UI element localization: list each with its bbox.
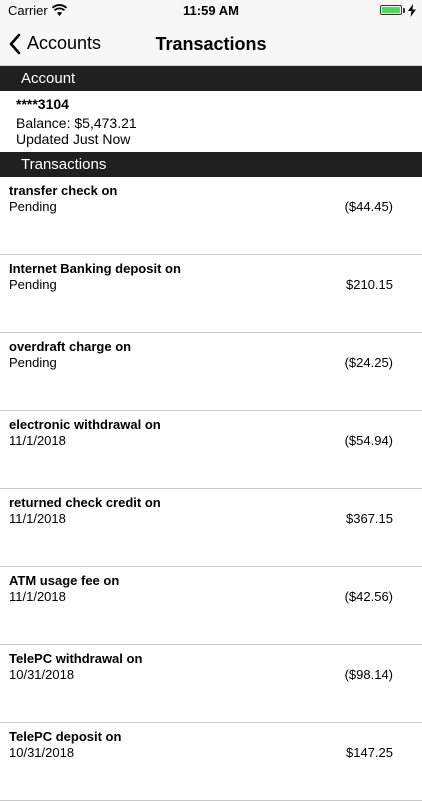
account-section-header: Account bbox=[0, 66, 422, 91]
transactions-list: transfer check on Pending ($44.45) Inter… bbox=[0, 177, 422, 801]
transaction-date: 11/1/2018 bbox=[9, 589, 66, 604]
transaction-date: Pending bbox=[9, 277, 57, 292]
charging-bolt-icon bbox=[408, 4, 416, 17]
transaction-description: transfer check on bbox=[9, 183, 118, 198]
status-bar: Carrier 11:59 AM bbox=[0, 0, 422, 22]
transaction-amount: $367.15 bbox=[346, 511, 393, 526]
clock: 11:59 AM bbox=[183, 3, 239, 18]
transaction-row[interactable]: ATM usage fee on 11/1/2018 ($42.56) bbox=[0, 567, 422, 645]
transaction-amount: ($98.14) bbox=[344, 667, 393, 682]
transaction-row[interactable]: electronic withdrawal on 11/1/2018 ($54.… bbox=[0, 411, 422, 489]
battery-icon bbox=[380, 5, 402, 15]
battery-nub bbox=[403, 8, 405, 13]
transaction-row[interactable]: overdraft charge on Pending ($24.25) bbox=[0, 333, 422, 411]
transaction-description: TelePC deposit on bbox=[9, 729, 122, 744]
account-balance: Balance: $5,473.21 bbox=[16, 115, 137, 131]
transaction-row[interactable]: returned check credit on 11/1/2018 $367.… bbox=[0, 489, 422, 567]
transaction-amount: ($44.45) bbox=[344, 199, 393, 214]
transaction-description: ATM usage fee on bbox=[9, 573, 120, 588]
transaction-amount: $147.25 bbox=[346, 745, 393, 760]
transaction-amount: ($54.94) bbox=[344, 433, 393, 448]
transaction-description: returned check credit on bbox=[9, 495, 161, 510]
transaction-description: TelePC withdrawal on bbox=[9, 651, 143, 666]
transaction-row[interactable]: TelePC withdrawal on 10/31/2018 ($98.14) bbox=[0, 645, 422, 723]
transaction-row[interactable]: Internet Banking deposit on Pending $210… bbox=[0, 255, 422, 333]
transaction-description: Internet Banking deposit on bbox=[9, 261, 181, 276]
transaction-amount: ($42.56) bbox=[344, 589, 393, 604]
transaction-date: 10/31/2018 bbox=[9, 745, 75, 760]
transaction-date: 11/1/2018 bbox=[9, 511, 66, 526]
transactions-section-header: Transactions bbox=[0, 152, 422, 177]
account-summary: ****3104 Balance: $5,473.21 Updated Just… bbox=[0, 91, 422, 152]
account-updated: Updated Just Now bbox=[16, 131, 131, 147]
account-number: ****3104 bbox=[16, 96, 69, 112]
transaction-description: electronic withdrawal on bbox=[9, 417, 161, 432]
transaction-row[interactable]: transfer check on Pending ($44.45) bbox=[0, 177, 422, 255]
transaction-amount: ($24.25) bbox=[344, 355, 393, 370]
navigation-bar: Accounts Transactions bbox=[0, 22, 422, 66]
page-title: Transactions bbox=[155, 34, 267, 54]
transaction-date: 11/1/2018 bbox=[9, 433, 66, 448]
transaction-date: 10/31/2018 bbox=[9, 667, 75, 682]
transaction-date: Pending bbox=[9, 355, 57, 370]
transaction-amount: $210.15 bbox=[346, 277, 393, 292]
transaction-row[interactable]: TelePC deposit on 10/31/2018 $147.25 bbox=[0, 723, 422, 801]
transaction-date: Pending bbox=[9, 199, 57, 214]
transaction-description: overdraft charge on bbox=[9, 339, 132, 354]
